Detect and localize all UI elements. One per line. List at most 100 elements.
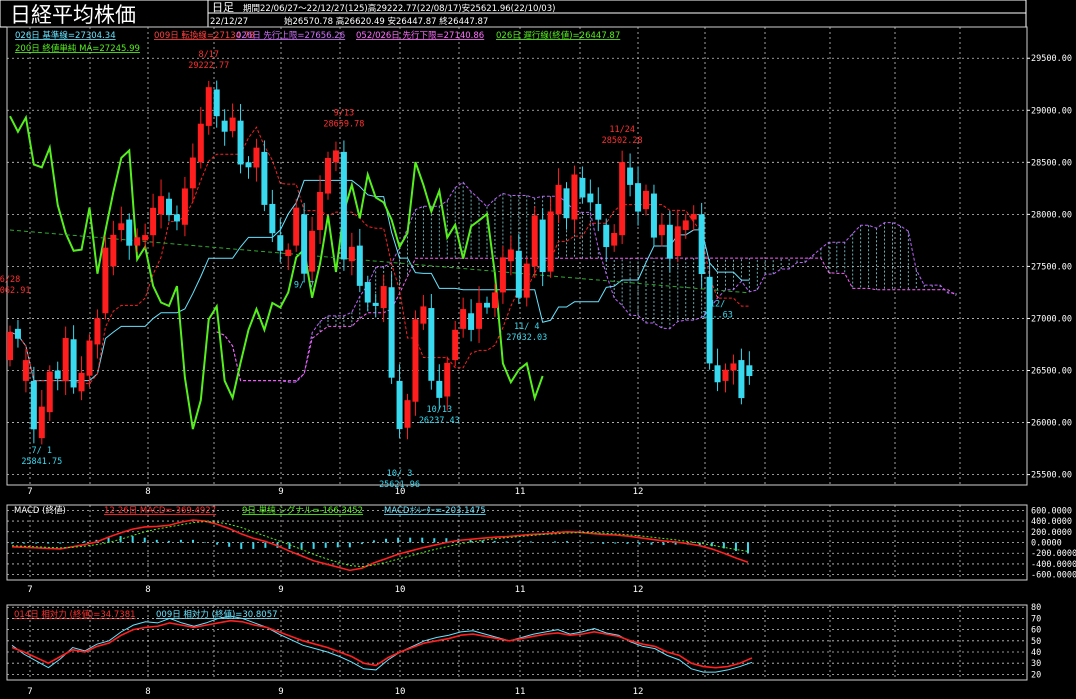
y-tick-label: 25500.00 — [1031, 471, 1072, 481]
candle-body — [523, 263, 530, 298]
x-tick-label: 12 — [633, 687, 644, 697]
ohlc-info: 始26570.78 高26620.49 安26447.87 終26447.87 — [284, 16, 488, 27]
y-tick-label: 29500.00 — [1031, 54, 1072, 64]
candle-body — [54, 370, 61, 379]
candle-body — [587, 193, 594, 203]
legend-macd: 12-26日 MACD=-369.4927 — [104, 506, 216, 516]
candle-body — [364, 282, 371, 303]
candle-body — [301, 214, 308, 274]
annotation-value: 27032.03 — [506, 333, 547, 343]
rsi-y-tick-label: 50 — [1031, 637, 1041, 647]
candle-body — [317, 191, 324, 230]
annotation-value: 29222.77 — [188, 61, 229, 71]
candle-body — [46, 371, 53, 413]
candle-body — [253, 147, 260, 168]
x-tick-label: 8 — [145, 687, 150, 697]
annotation-date: 8/17 — [199, 50, 219, 60]
candle-body — [78, 372, 85, 392]
annotation-value: 25841.75 — [21, 457, 62, 467]
candle-body — [197, 123, 204, 163]
x-tick-label: 12 — [633, 487, 644, 497]
candle-body — [643, 190, 649, 210]
candle-body — [372, 302, 379, 306]
y-tick-label: 27000.00 — [1031, 314, 1072, 324]
candle-body — [229, 117, 236, 132]
candle-body — [499, 257, 506, 293]
annotation-value: 26237.43 — [419, 416, 460, 426]
legend-ma200: 200日 終値単純 MA=27245.99 — [15, 43, 140, 54]
annotation-value: 28502.28 — [602, 136, 643, 146]
candle-body — [142, 235, 149, 241]
macd-grid — [7, 505, 1027, 580]
macd-y-tick-label: 600.0000 — [1031, 506, 1072, 516]
candle-body — [261, 151, 268, 205]
tenkan-line — [9, 126, 750, 385]
candle-body — [325, 157, 331, 194]
macd-legend: MACD (終値) 12-26日 MACD=-369.4927 9日 単純 シグ… — [14, 505, 486, 516]
y-tick-label: 26500.00 — [1031, 367, 1072, 377]
macd-y-tick-label: -600.0000 — [1031, 571, 1076, 581]
candle-body — [531, 215, 538, 267]
annotation-date: 12/ — [710, 299, 725, 309]
candle-body — [293, 207, 300, 246]
candle-body — [356, 245, 363, 286]
candle-body — [595, 203, 602, 220]
rsi-y-axis: 8070 6050403020 — [1031, 603, 1041, 680]
candle-body — [134, 237, 141, 246]
candle-body — [452, 329, 459, 361]
x-tick-label: 12 — [633, 585, 644, 595]
candle-body — [746, 365, 753, 377]
candle-body — [150, 207, 157, 236]
legend-rsi9: 009日 相対力 (終値)=30.8057 — [156, 609, 278, 620]
legend-senkou-b: 052/026日 先行下限=27140.86 — [356, 30, 484, 41]
candle-body — [277, 235, 284, 251]
legend-kijun: 026日 基準線=27304.34 — [15, 30, 116, 41]
x-tick-label: 11 — [515, 585, 526, 595]
candle-body — [436, 380, 443, 398]
candle-body — [730, 363, 737, 371]
timeframe-label: 日足 — [212, 1, 234, 14]
x-tick-label: 10 — [395, 487, 406, 497]
candle-body — [460, 309, 467, 329]
main-y-axis: 25500.00 26000.00 26500.00 27000.00 27500.00… — [1027, 54, 1072, 481]
macd-y-axis: 600.0000400.0000200.00000.0000-200.0000-… — [1031, 506, 1076, 580]
candle-body — [110, 234, 117, 267]
candle-body — [627, 167, 634, 185]
page-title: 日経平均株価 — [10, 3, 136, 27]
rsi-y-tick-label: 60 — [1031, 626, 1041, 636]
candle-body — [738, 360, 745, 399]
header: 日経平均株価 日足 期間22/06/27～22/12/27(125)高29222… — [0, 0, 1027, 28]
rsi-y-tick-label: 40 — [1031, 648, 1041, 658]
x-axis-labels: 7 8 9 10 11 12 7 8 9 10 11 12 7 8 9 10 11 12 — [27, 487, 643, 697]
annotation-date: 7/ 1 — [32, 446, 52, 456]
candle-body — [666, 224, 673, 259]
candle-body — [348, 246, 355, 262]
candle-body — [118, 223, 125, 230]
candle-body — [7, 331, 13, 361]
candle-body — [507, 249, 514, 262]
macd-y-tick-label: 0.0000 — [1031, 539, 1062, 549]
candle-body — [698, 214, 705, 275]
candle-body — [38, 406, 45, 439]
candle-body — [611, 232, 618, 246]
candle-body — [579, 177, 586, 198]
candle-body — [539, 219, 546, 273]
x-tick-label: 11 — [515, 687, 526, 697]
candle-body — [14, 328, 21, 339]
x-tick-label: 10 — [395, 585, 406, 595]
candle-body — [285, 249, 292, 256]
annotation-value: 27..63 — [702, 310, 733, 320]
macd-y-tick-label: 200.0000 — [1031, 528, 1072, 538]
indicator-lines — [9, 114, 957, 430]
candle-body — [563, 188, 570, 219]
candle-body — [603, 224, 610, 248]
candle-body — [515, 250, 522, 298]
candle-body — [237, 120, 244, 165]
x-tick-label: 9 — [278, 585, 283, 595]
macd-y-tick-label: -200.0000 — [1031, 549, 1076, 559]
candle-body — [380, 286, 387, 309]
period-info: 期間22/06/27～22/12/27(125)高29222.77(22/08/… — [243, 3, 555, 14]
candle-body — [213, 89, 220, 117]
candle-body — [444, 362, 451, 397]
signal-line — [11, 521, 749, 568]
